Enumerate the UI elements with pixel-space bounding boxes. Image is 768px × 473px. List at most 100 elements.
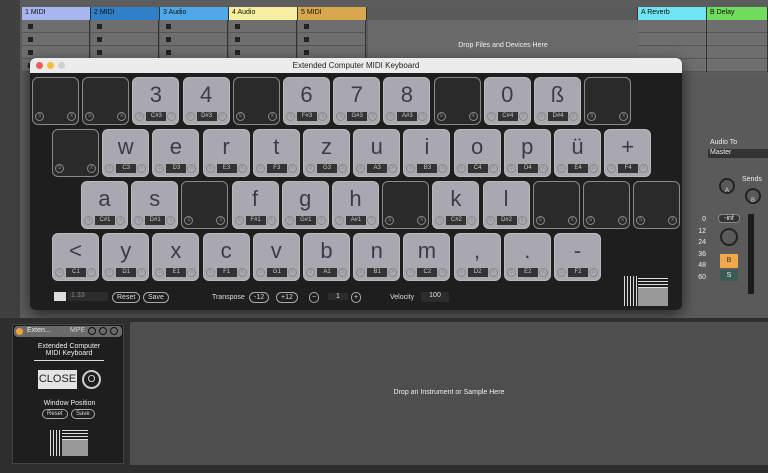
key-close-button[interactable]: X	[87, 268, 96, 277]
key-close-button[interactable]: X	[518, 112, 528, 121]
track-header[interactable]: 2 MIDI	[91, 7, 160, 20]
key-note[interactable]: 7 G#3 S X	[333, 77, 381, 125]
key-note[interactable]: . E2 S X	[503, 233, 551, 281]
stop-icon[interactable]	[166, 37, 171, 42]
key-solo-button[interactable]: S	[385, 216, 395, 225]
key-solo-button[interactable]: S	[636, 216, 646, 225]
key-solo-button[interactable]: S	[435, 216, 445, 225]
key-close-button[interactable]: X	[137, 164, 147, 173]
key-solo-button[interactable]: S	[456, 268, 466, 277]
key-note[interactable]: + F4 S X	[604, 129, 652, 177]
key-empty[interactable]: SX	[583, 181, 630, 229]
color-swatch[interactable]	[54, 292, 66, 301]
key-note[interactable]: a C#1 S X	[81, 181, 128, 229]
device-header[interactable]: Exten... MPE	[14, 326, 122, 337]
key-close-button[interactable]: X	[187, 164, 197, 173]
key-solo-button[interactable]: S	[557, 268, 566, 277]
stop-icon[interactable]	[304, 24, 309, 29]
device-button-2[interactable]	[99, 327, 107, 335]
clip-slot[interactable]	[22, 20, 89, 33]
key-note[interactable]: s D#1 S X	[131, 181, 179, 229]
key-note[interactable]: g G#1 S X	[281, 181, 329, 229]
key-close-button[interactable]: X	[488, 164, 498, 173]
key-note[interactable]: e D3 S X	[152, 129, 200, 177]
key-solo-button[interactable]: S	[506, 164, 516, 173]
stop-icon[interactable]	[28, 24, 33, 29]
key-close-button[interactable]: X	[538, 164, 548, 173]
stop-icon[interactable]	[235, 24, 240, 29]
key-close-button[interactable]: X	[468, 112, 478, 121]
window-titlebar[interactable]: Extended Computer MIDI Keyboard	[30, 58, 682, 73]
key-solo-button[interactable]: S	[235, 112, 245, 121]
octave-down-button[interactable]: −	[309, 292, 320, 303]
key-solo-button[interactable]: S	[587, 112, 597, 121]
key-empty[interactable]: SX	[32, 77, 79, 125]
key-solo-button[interactable]: S	[537, 112, 546, 121]
key-note[interactable]: 3 C#3 S X	[132, 77, 180, 125]
key-close-button[interactable]: X	[237, 164, 247, 173]
key-note[interactable]: < C1 S X	[52, 233, 99, 281]
key-close-button[interactable]: X	[639, 164, 649, 173]
key-close-button[interactable]: X	[187, 268, 197, 277]
pan-knob[interactable]	[720, 228, 738, 246]
clip-slot[interactable]	[91, 20, 158, 33]
key-close-button[interactable]: X	[467, 216, 477, 225]
transpose-plus12-button[interactable]: +12	[276, 292, 298, 303]
stop-icon[interactable]	[28, 50, 33, 55]
key-empty[interactable]: SX	[181, 181, 229, 229]
save-button[interactable]: Save	[143, 292, 169, 303]
octave-up-button[interactable]: +	[351, 292, 362, 303]
clip-slot[interactable]	[707, 20, 767, 33]
key-note[interactable]: 0 C#4 S X	[483, 77, 531, 125]
key-close-button[interactable]: X	[417, 216, 427, 225]
key-empty[interactable]: SX	[82, 77, 130, 125]
stop-icon[interactable]	[235, 50, 240, 55]
key-solo-button[interactable]: S	[35, 112, 44, 121]
track-header[interactable]: 5 MIDI	[298, 7, 367, 20]
key-close-button[interactable]: X	[569, 112, 578, 121]
key-solo-button[interactable]: S	[586, 216, 595, 225]
clip-slot[interactable]	[638, 20, 706, 33]
key-solo-button[interactable]: S	[456, 164, 466, 173]
key-empty[interactable]: SX	[633, 181, 681, 229]
key-note[interactable]: y D1 S X	[102, 233, 150, 281]
volume-display[interactable]: -inf	[718, 214, 740, 223]
key-note[interactable]: 4 D#3 S X	[182, 77, 230, 125]
clip-slot[interactable]	[91, 33, 158, 46]
key-note[interactable]: k C#2 S X	[432, 181, 480, 229]
close-button[interactable]: CLOSE	[38, 370, 77, 389]
solo-button[interactable]: S	[720, 270, 738, 281]
key-solo-button[interactable]: S	[184, 216, 194, 225]
key-solo-button[interactable]: S	[135, 112, 145, 121]
clip-slot[interactable]	[160, 33, 227, 46]
key-note[interactable]: n B1 S X	[353, 233, 401, 281]
stop-icon[interactable]	[28, 37, 33, 42]
track-header[interactable]: 3 Audio	[160, 7, 229, 20]
key-note[interactable]: v G1 S X	[252, 233, 300, 281]
stop-icon[interactable]	[97, 37, 102, 42]
key-close-button[interactable]: X	[538, 268, 548, 277]
key-note[interactable]: w C3 S X	[102, 129, 150, 177]
device-button-1[interactable]	[88, 327, 96, 335]
stop-icon[interactable]	[304, 37, 309, 42]
key-solo-button[interactable]: S	[155, 268, 165, 277]
stop-icon[interactable]	[97, 50, 102, 55]
send-a-knob[interactable]: A	[719, 178, 735, 194]
key-close-button[interactable]: X	[668, 216, 678, 225]
clip-slot[interactable]	[229, 20, 296, 33]
key-empty[interactable]: SX	[584, 77, 632, 125]
stop-icon[interactable]	[304, 50, 309, 55]
track-header[interactable]: 4 Audio	[229, 7, 298, 20]
key-solo-button[interactable]: S	[55, 268, 64, 277]
key-close-button[interactable]: X	[266, 216, 276, 225]
key-close-button[interactable]: X	[368, 112, 378, 121]
key-close-button[interactable]: X	[267, 112, 277, 121]
key-solo-button[interactable]: S	[284, 216, 294, 225]
key-solo-button[interactable]: S	[436, 112, 446, 121]
maximize-window-button[interactable]	[58, 62, 65, 69]
key-solo-button[interactable]: S	[85, 112, 95, 121]
key-solo-button[interactable]: S	[255, 164, 265, 173]
key-note[interactable]: b A1 S X	[303, 233, 350, 281]
octave-value[interactable]: 1	[328, 293, 348, 300]
key-close-button[interactable]: X	[167, 112, 177, 121]
